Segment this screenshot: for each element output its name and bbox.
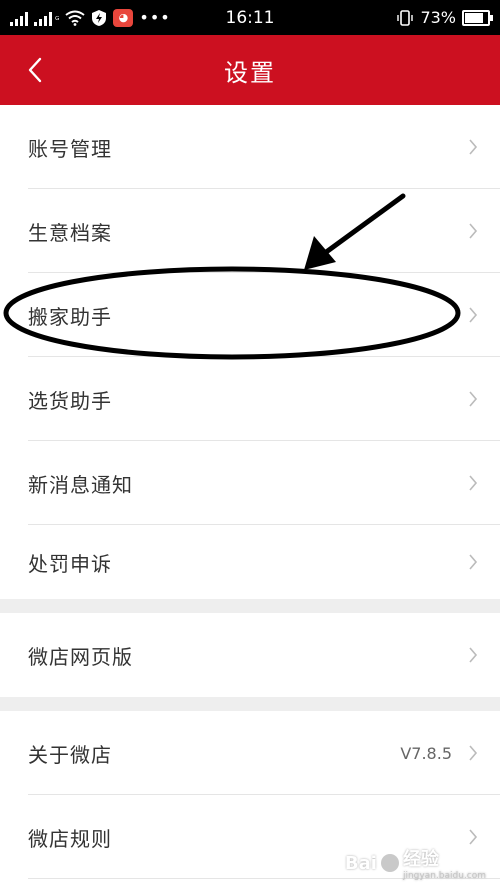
shield-icon	[92, 9, 107, 26]
settings-item-label: 微店规则	[28, 826, 112, 851]
chevron-right-icon	[469, 829, 478, 845]
chevron-right-icon	[469, 307, 478, 323]
settings-item-product-selection-assistant[interactable]: 选货助手	[0, 357, 500, 441]
settings-item-label: 处罚申诉	[28, 551, 112, 576]
chevron-right-icon	[469, 391, 478, 407]
watermark-subtext: jingyan.baidu.com	[402, 871, 486, 881]
section-gap	[0, 697, 500, 711]
chevron-right-icon	[469, 554, 478, 570]
phone-vibrate-icon	[397, 9, 414, 26]
back-button[interactable]	[18, 53, 52, 87]
chevron-left-icon	[28, 57, 42, 83]
wifi-icon	[65, 10, 86, 26]
settings-item-label: 关于微店	[28, 742, 112, 767]
nav-bar: 设置	[0, 35, 500, 105]
settings-item-about[interactable]: 关于微店 V7.8.5	[0, 711, 500, 795]
settings-item-new-message-notification[interactable]: 新消息通知	[0, 441, 500, 525]
chevron-right-icon	[469, 745, 478, 761]
settings-item-web-version[interactable]: 微店网页版	[0, 613, 500, 697]
settings-list: 账号管理 生意档案 搬家助手 选货助手 新消息通知 处罚申诉 微店网页版 关于微…	[0, 105, 500, 879]
battery-icon	[462, 9, 493, 26]
network-type-label: ᴳ	[55, 15, 60, 26]
signal-icon: ᴳ	[34, 10, 59, 26]
watermark-text-2: 经验	[402, 849, 439, 870]
settings-item-moving-assistant[interactable]: 搬家助手	[0, 273, 500, 357]
chevron-right-icon	[469, 139, 478, 155]
settings-item-account-management[interactable]: 账号管理	[0, 105, 500, 189]
settings-item-label: 新消息通知	[28, 472, 133, 497]
signal-icon	[10, 10, 28, 26]
battery-percent: 73%	[420, 8, 456, 27]
settings-item-label: 生意档案	[28, 220, 112, 245]
section-gap	[0, 599, 500, 613]
settings-item-business-profile[interactable]: 生意档案	[0, 189, 500, 273]
status-bar: ᴳ ◕ ••• 16:11 73%	[0, 0, 500, 35]
app-notification-icon: ◕	[113, 8, 134, 27]
chevron-right-icon	[469, 475, 478, 491]
app-version: V7.8.5	[400, 743, 452, 763]
more-dots-icon: •••	[139, 8, 171, 27]
settings-item-label: 账号管理	[28, 136, 112, 161]
watermark-text: Bai	[344, 852, 377, 874]
chevron-right-icon	[469, 647, 478, 663]
settings-item-label: 选货助手	[28, 388, 112, 413]
paw-icon	[380, 854, 399, 872]
settings-item-label: 微店网页版	[28, 644, 133, 669]
chevron-right-icon	[469, 223, 478, 239]
page-title: 设置	[224, 59, 276, 87]
settings-item-penalty-appeal[interactable]: 处罚申诉	[0, 525, 500, 599]
baidu-watermark: Bai 经验 jingyan.baidu.com	[345, 845, 486, 881]
settings-item-label: 搬家助手	[28, 304, 112, 329]
